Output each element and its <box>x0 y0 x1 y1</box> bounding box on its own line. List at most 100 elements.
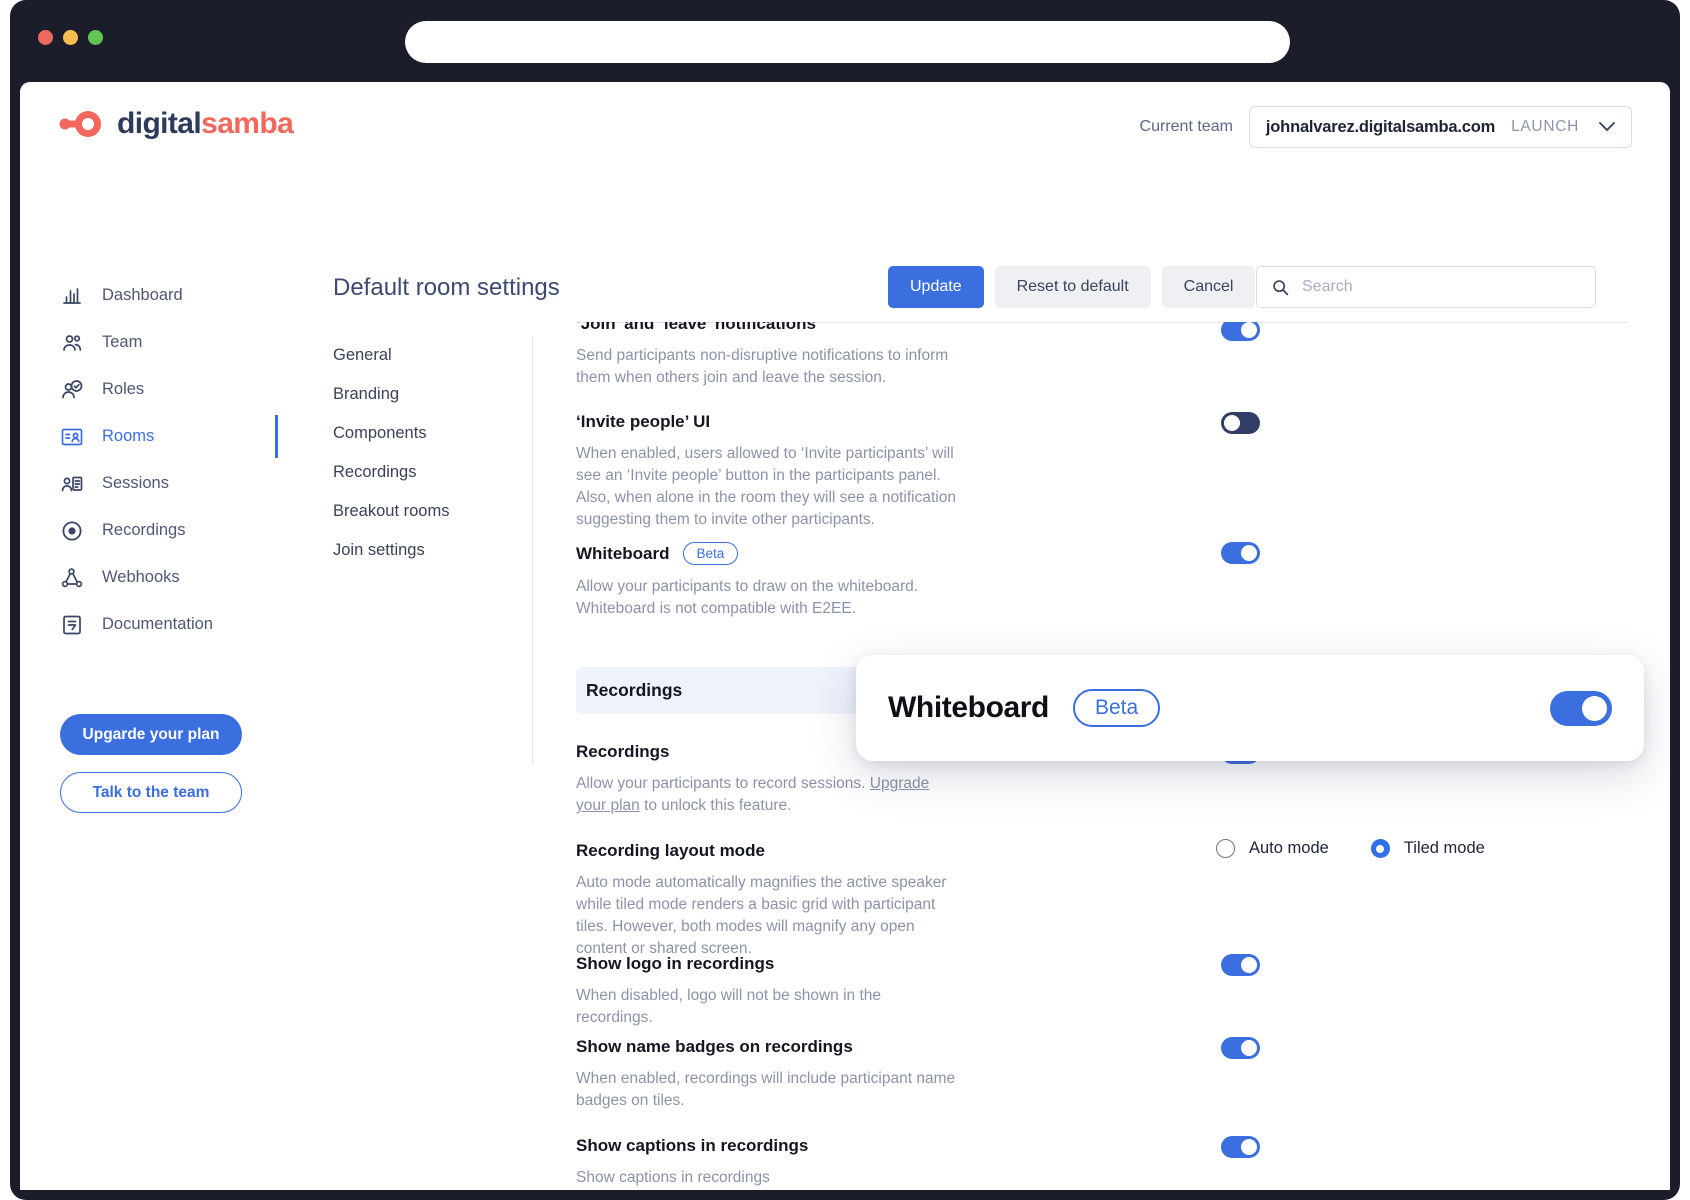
setting-description: Show captions in recordings <box>576 1167 961 1189</box>
browser-window: digitalsamba Current team johnalvarez.di… <box>10 0 1680 1200</box>
current-team-label: Current team <box>1140 118 1233 136</box>
reset-to-default-button[interactable]: Reset to default <box>995 266 1151 308</box>
browser-url-bar[interactable] <box>405 21 1290 63</box>
toggle-join-leave-notifications[interactable] <box>1221 322 1260 341</box>
setting-row-show-captions-in-recordings: Show captions in recordings Show caption… <box>576 1136 1616 1189</box>
sidebar-cta-group: Upgarde your plan Talk to the team <box>60 714 242 813</box>
subnav-item-branding[interactable]: Branding <box>333 375 532 414</box>
toggle-show-logo-in-recordings[interactable] <box>1221 954 1260 976</box>
search-icon <box>1272 279 1289 296</box>
brand-wordmark-part1: digital <box>117 107 201 140</box>
subnav-item-join-settings[interactable]: Join settings <box>333 531 532 570</box>
subnav-item-breakout-rooms[interactable]: Breakout rooms <box>333 492 532 531</box>
setting-description: When disabled, logo will not be shown in… <box>576 985 961 1029</box>
talk-to-team-button[interactable]: Talk to the team <box>60 772 242 813</box>
sidebar-item-dashboard[interactable]: Dashboard <box>20 272 278 319</box>
setting-description: Allow your participants to record sessio… <box>576 773 961 817</box>
radio-tiled-mode-label: Tiled mode <box>1404 839 1485 858</box>
radio-auto-mode-input[interactable] <box>1216 839 1235 858</box>
sidebar-item-team[interactable]: Team <box>20 319 278 366</box>
setting-title-text: Recording layout mode <box>576 841 765 861</box>
radio-option-tiled-mode[interactable]: Tiled mode <box>1371 839 1485 858</box>
toggle-invite-people-ui[interactable] <box>1221 412 1260 434</box>
sidebar-item-roles[interactable]: Roles <box>20 366 278 413</box>
sidebar-item-label: Dashboard <box>102 286 183 305</box>
setting-title: Recording layout mode <box>576 841 976 861</box>
setting-description: Allow your participants to draw on the w… <box>576 576 961 620</box>
sidebar-item-label: Roles <box>102 380 144 399</box>
sidebar-item-label: Webhooks <box>102 568 180 587</box>
sidebar-item-label: Recordings <box>102 521 185 540</box>
record-dot-icon <box>60 519 84 543</box>
setting-title-text: Show name badges on recordings <box>576 1037 853 1057</box>
people-icon <box>60 331 84 355</box>
setting-title-text: Show captions in recordings <box>576 1136 808 1156</box>
whiteboard-magnified-card: Whiteboard Beta <box>856 655 1644 761</box>
subnav-item-general[interactable]: General <box>333 336 532 375</box>
magnified-whiteboard-title: Whiteboard <box>888 691 1049 725</box>
setting-row-show-logo-in-recordings: Show logo in recordings When disabled, l… <box>576 954 1616 1029</box>
sidebar-item-label: Rooms <box>102 427 154 446</box>
sidebar-item-recordings[interactable]: Recordings <box>20 507 278 554</box>
setting-title: Show logo in recordings <box>576 954 976 974</box>
document-icon <box>60 613 84 637</box>
radio-auto-mode-label: Auto mode <box>1249 839 1329 858</box>
toggle-show-captions[interactable] <box>1221 1136 1260 1158</box>
subnav-item-components[interactable]: Components <box>333 414 532 453</box>
magnified-whiteboard-toggle[interactable] <box>1550 691 1612 726</box>
search-input[interactable] <box>1302 278 1580 296</box>
maximize-window-button[interactable] <box>88 30 103 45</box>
desc-text-after: to unlock this feature. <box>640 797 792 814</box>
setting-description: When enabled, users allowed to ‘Invite p… <box>576 443 961 531</box>
setting-title-text: ‘Join’ and ‘leave’ notifications <box>576 322 816 334</box>
cancel-button[interactable]: Cancel <box>1162 266 1256 308</box>
setting-row-whiteboard: Whiteboard Beta Allow your participants … <box>576 542 1616 620</box>
setting-title-text: Show logo in recordings <box>576 954 774 974</box>
brand-wordmark-part2: samba <box>201 107 293 140</box>
update-button[interactable]: Update <box>888 266 984 308</box>
brand-logo[interactable]: digitalsamba <box>56 107 293 141</box>
setting-description: Send participants non-disruptive notific… <box>576 345 961 389</box>
setting-title-text: Recordings <box>576 742 670 762</box>
search-box[interactable] <box>1256 266 1596 308</box>
toggle-show-name-badges[interactable] <box>1221 1037 1260 1059</box>
radio-option-auto-mode[interactable]: Auto mode <box>1216 839 1329 858</box>
setting-row-invite-people-ui: ‘Invite people’ UI When enabled, users a… <box>576 412 1616 531</box>
app-topbar: digitalsamba Current team johnalvarez.di… <box>20 82 1670 174</box>
setting-row-join-leave-notifications: ‘Join’ and ‘leave’ notifications Send pa… <box>576 322 1616 389</box>
upgrade-plan-button[interactable]: Upgarde your plan <box>60 714 242 755</box>
sidebar-item-documentation[interactable]: Documentation <box>20 601 278 648</box>
setting-title: Show captions in recordings <box>576 1136 976 1156</box>
subnav-item-recordings[interactable]: Recordings <box>333 453 532 492</box>
webhook-icon <box>60 566 84 590</box>
chart-bars-icon <box>60 284 84 308</box>
sidebar-item-sessions[interactable]: Sessions <box>20 460 278 507</box>
sidebar-item-label: Sessions <box>102 474 169 493</box>
id-card-icon <box>60 425 84 449</box>
recording-layout-mode-radios: Auto mode Tiled mode <box>1216 839 1485 858</box>
setting-title: Whiteboard Beta <box>576 542 976 565</box>
team-name: johnalvarez.digitalsamba.com <box>1266 118 1495 137</box>
window-traffic-lights <box>38 30 103 45</box>
minimize-window-button[interactable] <box>63 30 78 45</box>
person-list-icon <box>60 472 84 496</box>
setting-title: Show name badges on recordings <box>576 1037 976 1057</box>
close-window-button[interactable] <box>38 30 53 45</box>
sidebar-nav: Dashboard Team <box>20 272 278 648</box>
setting-description: When enabled, recordings will include pa… <box>576 1068 961 1112</box>
toggle-whiteboard[interactable] <box>1221 542 1260 564</box>
team-launch-label[interactable]: LAUNCH <box>1511 118 1579 136</box>
sidebar-item-rooms[interactable]: Rooms <box>20 413 278 460</box>
setting-title-text: Whiteboard <box>576 544 670 564</box>
sidebar-item-label: Documentation <box>102 615 213 634</box>
person-check-icon <box>60 378 84 402</box>
chevron-down-icon[interactable] <box>1599 122 1615 132</box>
sidebar-item-webhooks[interactable]: Webhooks <box>20 554 278 601</box>
setting-title: ‘Join’ and ‘leave’ notifications <box>576 322 976 334</box>
team-selector[interactable]: johnalvarez.digitalsamba.com LAUNCH <box>1249 106 1632 148</box>
current-team-area: Current team johnalvarez.digitalsamba.co… <box>1140 106 1632 148</box>
magnified-beta-badge: Beta <box>1073 689 1160 727</box>
radio-tiled-mode-input[interactable] <box>1371 839 1390 858</box>
desc-text-before: Allow your participants to record sessio… <box>576 775 870 792</box>
setting-row-show-name-badges-on-recordings: Show name badges on recordings When enab… <box>576 1037 1616 1112</box>
